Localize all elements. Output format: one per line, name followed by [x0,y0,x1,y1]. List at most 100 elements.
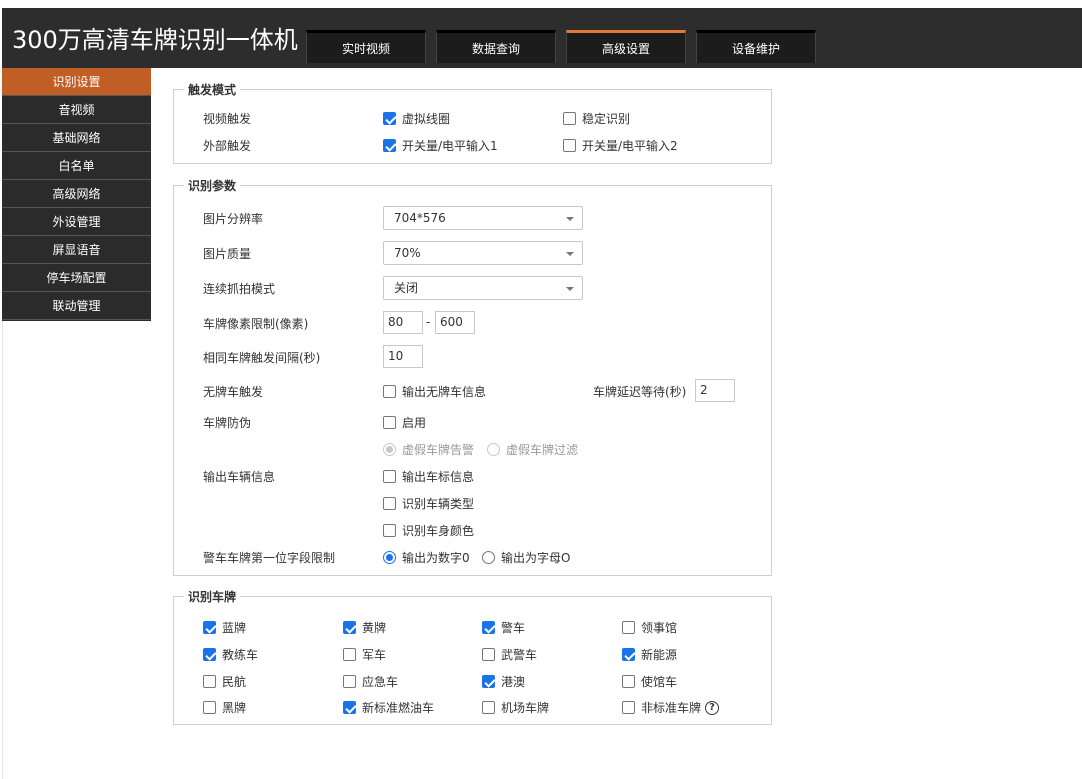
quality-label: 图片质量 [203,247,252,261]
resolution-select[interactable]: 704*576 [383,206,583,230]
delay-input[interactable]: 2 [695,379,735,402]
plate-emergency-checkbox[interactable]: 应急车 [343,673,398,690]
fake-alarm-radio[interactable]: 虚假车牌告警 [383,441,474,458]
burst-mode-label: 连续抓拍模式 [203,282,276,296]
sidebar-item-peripherals[interactable]: 外设管理 [2,208,151,236]
stable-recognition-checkbox[interactable]: 稳定识别 [563,110,630,127]
antifake-enable-checkbox[interactable]: 启用 [383,414,426,431]
checkbox-icon [622,701,635,714]
plate-new-standard-fuel-checkbox[interactable]: 新标准燃油车 [343,699,434,716]
noplate-output-checkbox[interactable]: 输出无牌车信息 [383,383,486,400]
select-value: 704*576 [394,211,446,225]
option-label: 输出车标信息 [402,470,475,484]
io-input1-checkbox[interactable]: 开关量/电平输入1 [383,137,498,154]
help-icon[interactable]: ? [705,700,720,715]
divider [2,321,3,779]
checkbox-checked-icon [203,621,216,634]
plate-types-panel: 识别车牌 蓝牌 黄牌 警车 领事馆 教练车 军车 武警车 新能源 民航 应急车 … [173,588,772,725]
option-label: 识别车身颜色 [402,524,475,538]
panel-title: 触发模式 [184,81,241,98]
fake-filter-radio[interactable]: 虚假车牌过滤 [487,441,578,458]
checkbox-icon [203,675,216,688]
burst-mode-select[interactable]: 关闭 [383,276,583,300]
checkbox-icon [383,497,396,510]
option-label: 新标准燃油车 [362,701,435,715]
option-label: 黑牌 [222,701,247,715]
select-value: 70% [394,246,421,260]
sidebar-item-basic-network[interactable]: 基础网络 [2,124,151,152]
quality-select[interactable]: 70% [383,241,583,265]
tab-live-video[interactable]: 实时视频 [306,30,426,63]
plate-police-checkbox[interactable]: 警车 [482,619,525,636]
range-separator: - [426,315,431,329]
plate-airport-checkbox[interactable]: 机场车牌 [482,699,549,716]
checkbox-checked-icon [383,112,396,125]
police-digit-radio[interactable]: 输出为数字0 [383,549,470,566]
plate-hk-macao-checkbox[interactable]: 港澳 [482,673,525,690]
plate-blue-checkbox[interactable]: 蓝牌 [203,619,246,636]
option-label: 新能源 [641,648,678,662]
noplate-trigger-label: 无牌车触发 [203,385,264,399]
virtual-coil-checkbox[interactable]: 虚拟线圈 [383,110,450,127]
plate-black-checkbox[interactable]: 黑牌 [203,699,246,716]
tab-label: 数据查询 [471,41,520,56]
plate-armed-police-checkbox[interactable]: 武警车 [482,646,537,663]
option-label: 民航 [222,675,247,689]
police-letter-radio[interactable]: 输出为字母O [482,549,570,566]
checkbox-icon [383,470,396,483]
checkbox-checked-icon [343,701,356,714]
checkbox-icon [563,112,576,125]
plate-nonstandard-checkbox[interactable]: 非标准车牌? [622,699,720,716]
option-label: 虚拟线圈 [402,112,451,126]
plate-military-checkbox[interactable]: 军车 [343,646,386,663]
option-label: 使馆车 [641,675,678,689]
vehicle-logo-checkbox[interactable]: 输出车标信息 [383,468,474,485]
interval-label: 相同车牌触发间隔(秒) [203,351,321,365]
option-label: 非标准车牌 [641,701,702,715]
plate-civil-aviation-checkbox[interactable]: 民航 [203,673,246,690]
sidebar-item-recognition-settings[interactable]: 识别设置 [2,68,151,96]
chevron-down-icon [566,287,574,291]
checkbox-icon [343,648,356,661]
video-trigger-label: 视频触发 [203,112,252,126]
pixel-max-input[interactable]: 600 [435,311,475,334]
vehicle-type-checkbox[interactable]: 识别车辆类型 [383,495,474,512]
delay-label: 车牌延迟等待(秒) [593,385,687,399]
tab-label: 高级设置 [601,41,650,56]
checkbox-icon [203,701,216,714]
plate-yellow-checkbox[interactable]: 黄牌 [343,619,386,636]
option-label: 军车 [362,648,387,662]
tab-advanced-settings[interactable]: 高级设置 [566,30,686,63]
tab-data-query[interactable]: 数据查询 [436,30,556,63]
antifake-label: 车牌防伪 [203,416,252,430]
sidebar-item-display-voice[interactable]: 屏显语音 [2,236,151,264]
io-input2-checkbox[interactable]: 开关量/电平输入2 [563,137,678,154]
option-label: 输出无牌车信息 [402,385,487,399]
plate-embassy-checkbox[interactable]: 使馆车 [622,673,677,690]
panel-title: 识别车牌 [184,588,241,605]
resolution-label: 图片分辨率 [203,212,264,226]
option-label: 输出为字母O [501,551,571,565]
checkbox-icon [482,648,495,661]
tab-device-maintenance[interactable]: 设备维护 [696,30,816,63]
sidebar-item-advanced-network[interactable]: 高级网络 [2,180,151,208]
tab-label: 实时视频 [341,41,390,56]
sidebar: 识别设置 音视频 基础网络 白名单 高级网络 外设管理 屏显语音 停车场配置 联… [2,68,151,321]
plate-new-energy-checkbox[interactable]: 新能源 [622,646,677,663]
pixel-limit-label: 车牌像素限制(像素) [203,317,309,331]
vehicle-color-checkbox[interactable]: 识别车身颜色 [383,522,474,539]
sidebar-item-audio-video[interactable]: 音视频 [2,96,151,124]
plate-coach-checkbox[interactable]: 教练车 [203,646,258,663]
plate-consulate-checkbox[interactable]: 领事馆 [622,619,677,636]
sidebar-item-linkage[interactable]: 联动管理 [2,292,151,320]
interval-input[interactable]: 10 [383,345,423,368]
trigger-mode-panel: 触发模式 视频触发 虚拟线圈 稳定识别 外部触发 开关量/电平输入1 开关量/电… [173,81,772,164]
option-label: 虚假车牌告警 [402,443,475,457]
sidebar-item-parking-config[interactable]: 停车场配置 [2,264,151,292]
checkbox-icon [383,385,396,398]
pixel-min-input[interactable]: 80 [383,311,423,334]
option-label: 开关量/电平输入1 [402,139,498,153]
app-title: 300万高清车牌识别一体机 [12,26,298,54]
checkbox-checked-icon [203,648,216,661]
sidebar-item-whitelist[interactable]: 白名单 [2,152,151,180]
